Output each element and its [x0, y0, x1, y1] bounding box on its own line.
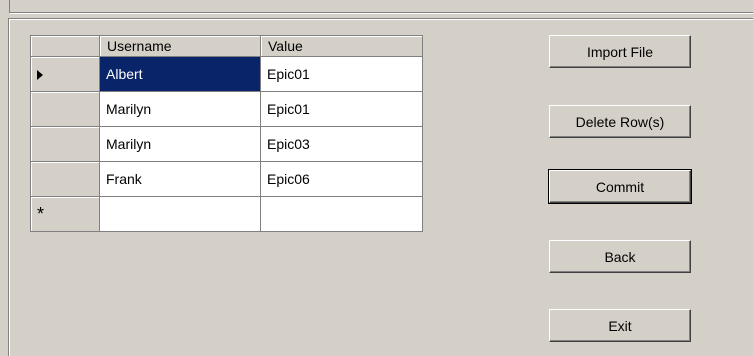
column-header-username[interactable]: Username	[99, 35, 261, 57]
cell-username[interactable]: Frank	[99, 161, 261, 197]
cell-username-new[interactable]	[99, 196, 261, 232]
cell-value-new[interactable]	[260, 196, 423, 232]
cell-value[interactable]: Epic03	[260, 126, 423, 162]
row-header-current[interactable]	[30, 56, 100, 92]
app-window: Username Value Albert Epic01 Marilyn Epi…	[0, 0, 753, 356]
row-header[interactable]	[30, 126, 100, 162]
table-row[interactable]: Albert Epic01	[30, 56, 423, 92]
table-row[interactable]: Marilyn Epic03	[30, 126, 423, 162]
new-row[interactable]: *	[30, 196, 423, 232]
grid-header-row: Username Value	[30, 35, 423, 57]
import-file-button[interactable]: Import File	[549, 35, 691, 68]
row-header-new[interactable]: *	[30, 196, 100, 232]
commit-button[interactable]: Commit	[548, 169, 692, 204]
cell-username[interactable]: Albert	[99, 56, 261, 92]
grid-corner-header[interactable]	[30, 35, 100, 57]
cell-value[interactable]: Epic06	[260, 161, 423, 197]
back-button[interactable]: Back	[549, 240, 691, 273]
triangle-right-icon	[37, 70, 43, 81]
new-row-asterisk-icon: *	[37, 204, 45, 224]
table-row[interactable]: Marilyn Epic01	[30, 91, 423, 127]
column-header-value[interactable]: Value	[260, 35, 423, 57]
exit-button[interactable]: Exit	[549, 309, 691, 342]
cell-value[interactable]: Epic01	[260, 56, 423, 92]
cell-value[interactable]: Epic01	[260, 91, 423, 127]
table-row[interactable]: Frank Epic06	[30, 161, 423, 197]
data-grid[interactable]: Username Value Albert Epic01 Marilyn Epi…	[30, 35, 423, 232]
cell-username[interactable]: Marilyn	[99, 91, 261, 127]
row-header[interactable]	[30, 161, 100, 197]
delete-rows-button[interactable]: Delete Row(s)	[549, 105, 691, 138]
cell-username[interactable]: Marilyn	[99, 126, 261, 162]
top-groupbox-frame	[9, 0, 753, 13]
row-header[interactable]	[30, 91, 100, 127]
